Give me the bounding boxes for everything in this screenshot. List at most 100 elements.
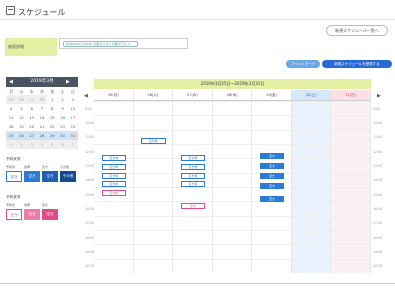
calendar-day[interactable]: 13 [27, 113, 37, 122]
calendar-day[interactable]: 2 [57, 95, 67, 104]
hour-line [94, 129, 371, 131]
calendar-day[interactable]: 16 [57, 113, 67, 122]
schedule-event[interactable]: 空き [259, 162, 285, 169]
legend-label: 仮押 [24, 165, 31, 169]
time-label: 18:00 [85, 235, 95, 240]
calendar-day[interactable]: 20 [27, 122, 37, 131]
calendar-day[interactable]: 6 [27, 104, 37, 113]
legend-filter-title: 予約状況 [6, 195, 21, 199]
calendar-day[interactable]: 4 [36, 140, 48, 149]
legend-label: 予約済 [6, 203, 16, 207]
schedule-grid: 9:00 9:00 10:00 10:00 11:00 11:00 12:00 12:00 13… [85, 100, 382, 273]
hour-line [94, 258, 371, 260]
calendar-day[interactable]: 25 [6, 131, 17, 140]
calendar-day[interactable]: 5 [16, 104, 26, 113]
legend-label: 予約済 [6, 165, 16, 169]
calendar-day[interactable]: 1 [47, 95, 57, 104]
legend-chip[interactable]: 空き [6, 171, 22, 182]
next-month-icon[interactable]: ▶ [66, 77, 70, 87]
calendar-day[interactable]: 27 [26, 95, 37, 104]
page-title: スケジュール [18, 8, 66, 17]
calendar-day[interactable]: 6 [57, 140, 68, 149]
time-label: 16:00 [85, 207, 95, 212]
schedule-event[interactable]: 空き枠 [101, 181, 127, 188]
schedule-range: 2019年3月25日〜2019年3月31日 [94, 79, 371, 89]
schedule-event[interactable]: 空き枠 [101, 164, 127, 171]
calendar-day[interactable]: 28 [36, 131, 48, 140]
schedule-event[interactable]: 空き [259, 195, 285, 202]
schedule-event[interactable]: 空き枠 [101, 189, 127, 196]
calendar-day[interactable]: 30 [57, 131, 68, 140]
legend-chip[interactable]: 空き [24, 171, 40, 182]
time-label: 11:00 [85, 135, 95, 140]
calendar-day[interactable]: 25 [6, 95, 17, 104]
legend-chip[interactable]: 空き [24, 209, 40, 220]
calendar-day[interactable]: 5 [47, 140, 58, 149]
calendar-day[interactable]: 4 [6, 104, 16, 113]
mini-calendar-grid: 月火水木金土日 25 26 27 28 1 2 3 4 5 6 7 8 9 10 11 12 13 14 15 16 17… [6, 88, 78, 149]
calendar-day[interactable]: 3 [26, 140, 37, 149]
time-label: 18:00 [373, 235, 383, 240]
calendar-day[interactable]: 31 [67, 131, 78, 140]
legend-chip[interactable]: 空き [42, 209, 58, 220]
schedule-list-button[interactable]: 新規スケジュール一覧へ [326, 25, 388, 36]
legend-chip[interactable]: 空き [42, 171, 58, 182]
calendar-day[interactable]: 22 [47, 122, 57, 131]
schedule-event[interactable]: 空き枠 [180, 155, 206, 162]
legend-chip[interactable]: その他 [60, 171, 76, 182]
calendar-day[interactable]: 10 [68, 104, 78, 113]
calendar-day[interactable]: 9 [57, 104, 67, 113]
time-label: 12:00 [85, 149, 95, 154]
calendar-day[interactable]: 15 [47, 113, 57, 122]
day-column-header: 31(日) [331, 90, 371, 100]
time-label: 19:00 [85, 250, 95, 255]
calendar-day[interactable]: 1 [6, 140, 17, 149]
calendar-day[interactable]: 11 [6, 113, 16, 122]
calendar-day[interactable]: 2 [16, 140, 27, 149]
hour-line [94, 215, 371, 217]
calendar-day[interactable]: 7 [67, 140, 78, 149]
calendar-day[interactable]: 17 [68, 113, 78, 122]
time-label: 14:00 [373, 178, 383, 183]
next-week-icon[interactable]: ▶ [377, 93, 381, 99]
new-schedule-button[interactable]: 新規スケジュールを登録する [322, 60, 392, 68]
footer-divider [0, 283, 395, 284]
schedule-event[interactable]: 空き枠 [180, 181, 206, 188]
schedule-event[interactable]: 空き [259, 172, 285, 179]
calendar-day[interactable]: 3 [68, 95, 78, 104]
legend-chip[interactable]: 空き [6, 209, 22, 220]
schedule-event[interactable]: 空き枠 [180, 164, 206, 171]
print-mode-button[interactable]: プリントモード [286, 60, 320, 68]
schedule-event[interactable]: 空き [259, 182, 285, 189]
legend-filter: 予約済 仮押 空き 空き 空き 空き [6, 203, 60, 220]
calendar-day[interactable]: 18 [6, 122, 16, 131]
schedule-event[interactable]: 空き [259, 152, 285, 159]
facility-tag[interactable]: HARMONY HOTEL 大阪マリオット都ホテル × [63, 41, 138, 47]
calendar-day[interactable]: 12 [16, 113, 26, 122]
time-label: 12:00 [373, 149, 383, 154]
calendar-day[interactable]: 23 [57, 122, 67, 131]
calendar-day[interactable]: 26 [16, 131, 27, 140]
prev-month-icon[interactable]: ◀ [9, 77, 13, 87]
facility-label: 施設詳細 [5, 38, 57, 56]
calendar-day[interactable]: 29 [47, 131, 58, 140]
calendar-day[interactable]: 28 [36, 95, 48, 104]
schedule-event[interactable]: 空き [180, 202, 206, 209]
time-label: 15:00 [85, 192, 95, 197]
schedule-event[interactable]: 空き枠 [180, 172, 206, 179]
calendar-day[interactable]: 24 [68, 122, 78, 131]
schedule-event[interactable]: 空き枠 [101, 155, 127, 162]
calendar-day[interactable]: 26 [16, 95, 27, 104]
calendar-day[interactable]: 27 [26, 131, 37, 140]
schedule-event[interactable]: 空き枠 [101, 172, 127, 179]
schedule-event[interactable]: 空き枠 [141, 138, 166, 145]
calendar-day[interactable]: 21 [37, 122, 47, 131]
calendar-day[interactable]: 8 [47, 104, 57, 113]
calendar-day[interactable]: 14 [37, 113, 47, 122]
calendar-day[interactable]: 19 [16, 122, 26, 131]
prev-week-icon[interactable]: ◀ [84, 93, 88, 99]
legend-label: 空き [42, 165, 49, 169]
header-divider [0, 19, 395, 20]
calendar-day[interactable]: 7 [37, 104, 47, 113]
time-label: 10:00 [85, 121, 95, 126]
